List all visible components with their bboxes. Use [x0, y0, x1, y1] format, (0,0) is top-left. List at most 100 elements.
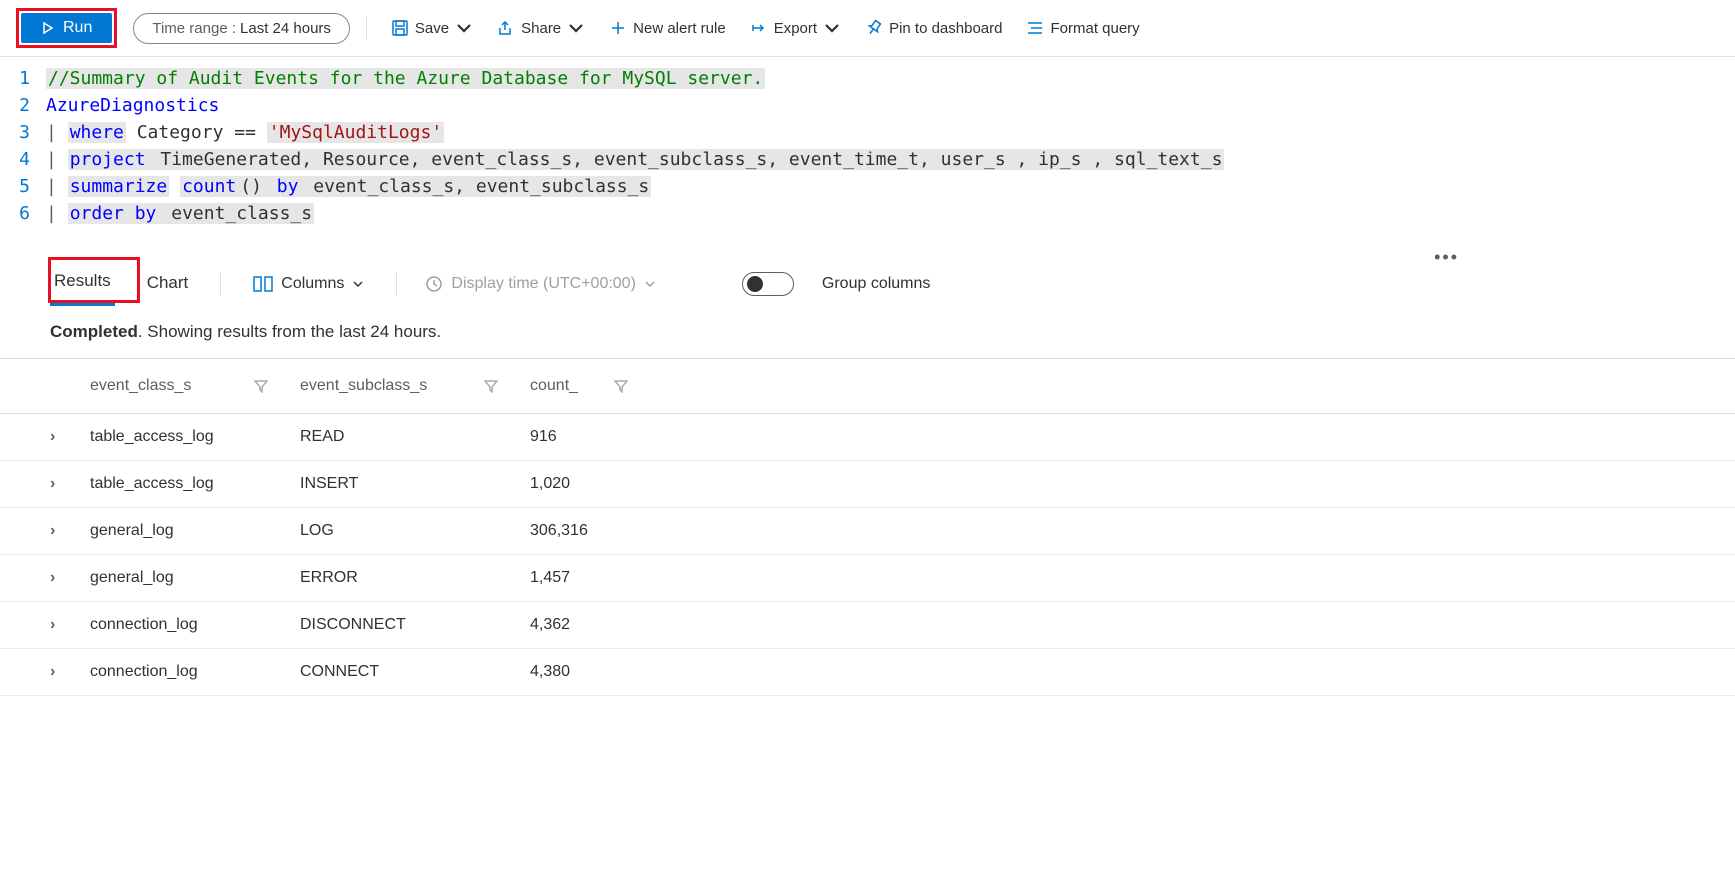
cell-event-class: table_access_log: [90, 428, 300, 446]
columns-label: Columns: [281, 275, 344, 293]
tab-results[interactable]: Results: [50, 261, 115, 306]
save-label: Save: [415, 20, 449, 37]
group-columns-label: Group columns: [822, 275, 931, 293]
editor-line[interactable]: 4| project TimeGenerated, Resource, even…: [16, 146, 1719, 173]
filter-icon[interactable]: [254, 379, 268, 393]
editor-line[interactable]: 1//Summary of Audit Events for the Azure…: [16, 65, 1719, 92]
expand-chevron-icon[interactable]: ›: [50, 522, 90, 540]
table-row[interactable]: › connection_log CONNECT 4,380: [0, 649, 1735, 696]
query-editor[interactable]: 1//Summary of Audit Events for the Azure…: [0, 57, 1735, 251]
cell-event-subclass: CONNECT: [300, 663, 530, 681]
line-number: 2: [16, 92, 46, 119]
pin-button[interactable]: Pin to dashboard: [857, 13, 1010, 43]
editor-line[interactable]: 5| summarize count() by event_class_s, e…: [16, 173, 1719, 200]
share-button[interactable]: Share: [489, 13, 593, 43]
cell-count: 1,020: [530, 475, 660, 493]
header-label: event_subclass_s: [300, 377, 427, 395]
header-label: count_: [530, 377, 578, 395]
chevron-down-icon: [823, 19, 841, 37]
cell-event-subclass: LOG: [300, 522, 530, 540]
line-number: 5: [16, 173, 46, 200]
cell-count: 4,362: [530, 616, 660, 634]
line-number: 3: [16, 119, 46, 146]
editor-line[interactable]: 3| where Category == 'MySqlAuditLogs': [16, 119, 1719, 146]
run-button-highlight: Run: [16, 8, 117, 48]
format-button[interactable]: Format query: [1018, 13, 1147, 43]
cell-count: 306,316: [530, 522, 660, 540]
results-table: event_class_s event_subclass_s count_ › …: [0, 359, 1735, 696]
line-number: 1: [16, 65, 46, 92]
display-time-label: Display time (UTC+00:00): [451, 275, 636, 293]
new-alert-label: New alert rule: [633, 20, 726, 37]
expand-chevron-icon[interactable]: ›: [50, 428, 90, 446]
share-label: Share: [521, 20, 561, 37]
pin-label: Pin to dashboard: [889, 20, 1002, 37]
status-message: . Showing results from the last 24 hours…: [138, 322, 441, 341]
time-range-value: Last 24 hours: [240, 20, 331, 37]
column-header-count[interactable]: count_: [530, 377, 660, 395]
format-label: Format query: [1050, 20, 1139, 37]
cell-event-class: connection_log: [90, 616, 300, 634]
code-content[interactable]: | summarize count() by event_class_s, ev…: [46, 173, 651, 200]
cell-event-subclass: ERROR: [300, 569, 530, 587]
more-menu-icon[interactable]: •••: [1430, 243, 1475, 272]
cell-event-class: table_access_log: [90, 475, 300, 493]
cell-event-subclass: INSERT: [300, 475, 530, 493]
code-content[interactable]: AzureDiagnostics: [46, 92, 219, 119]
editor-line[interactable]: 2AzureDiagnostics: [16, 92, 1719, 119]
chevron-down-icon: [352, 278, 364, 290]
expand-chevron-icon[interactable]: ›: [50, 663, 90, 681]
cell-event-class: connection_log: [90, 663, 300, 681]
expand-chevron-icon[interactable]: ›: [50, 475, 90, 493]
column-header-event-subclass[interactable]: event_subclass_s: [300, 377, 530, 395]
table-row[interactable]: › table_access_log INSERT 1,020: [0, 461, 1735, 508]
table-row[interactable]: › table_access_log READ 916: [0, 414, 1735, 461]
cell-event-class: general_log: [90, 522, 300, 540]
play-icon: [41, 21, 55, 35]
cell-event-subclass: DISCONNECT: [300, 616, 530, 634]
columns-button[interactable]: Columns: [249, 271, 368, 297]
toolbar-separator: [366, 16, 367, 40]
code-content[interactable]: | project TimeGenerated, Resource, event…: [46, 146, 1224, 173]
filter-icon[interactable]: [484, 379, 498, 393]
tab-separator: [396, 272, 397, 296]
chevron-down-icon: [644, 278, 656, 290]
expand-chevron-icon[interactable]: ›: [50, 616, 90, 634]
share-icon: [497, 19, 515, 37]
time-range-picker[interactable]: Time range : Last 24 hours: [133, 13, 350, 44]
table-row[interactable]: › connection_log DISCONNECT 4,362: [0, 602, 1735, 649]
filter-icon[interactable]: [614, 379, 628, 393]
code-content[interactable]: | order by event_class_s: [46, 200, 314, 227]
results-header: Results Chart Columns Display time (UTC+…: [0, 251, 1735, 306]
cell-event-class: general_log: [90, 569, 300, 587]
column-header-event-class[interactable]: event_class_s: [90, 377, 300, 395]
code-content[interactable]: | where Category == 'MySqlAuditLogs': [46, 119, 444, 146]
format-icon: [1026, 19, 1044, 37]
display-time-button: Display time (UTC+00:00): [425, 275, 656, 293]
tab-chart[interactable]: Chart: [143, 263, 193, 305]
plus-icon: [609, 19, 627, 37]
chevron-down-icon: [567, 19, 585, 37]
toolbar: Run Time range : Last 24 hours Save Shar…: [0, 0, 1735, 57]
cell-count: 4,380: [530, 663, 660, 681]
new-alert-button[interactable]: New alert rule: [601, 13, 734, 43]
group-columns-toggle[interactable]: [742, 272, 794, 296]
table-row[interactable]: › general_log ERROR 1,457: [0, 555, 1735, 602]
save-icon: [391, 19, 409, 37]
pin-icon: [865, 19, 883, 37]
table-row[interactable]: › general_log LOG 306,316: [0, 508, 1735, 555]
code-content[interactable]: //Summary of Audit Events for the Azure …: [46, 65, 765, 92]
expand-chevron-icon[interactable]: ›: [50, 569, 90, 587]
export-icon: [750, 19, 768, 37]
header-label: event_class_s: [90, 377, 191, 395]
editor-line[interactable]: 6| order by event_class_s: [16, 200, 1719, 227]
tab-separator: [220, 272, 221, 296]
export-button[interactable]: Export: [742, 13, 849, 43]
run-button[interactable]: Run: [21, 13, 112, 43]
save-button[interactable]: Save: [383, 13, 481, 43]
cell-event-subclass: READ: [300, 428, 530, 446]
status-line: Completed. Showing results from the last…: [0, 306, 1735, 359]
line-number: 6: [16, 200, 46, 227]
chevron-down-icon: [455, 19, 473, 37]
table-header: event_class_s event_subclass_s count_: [0, 359, 1735, 414]
